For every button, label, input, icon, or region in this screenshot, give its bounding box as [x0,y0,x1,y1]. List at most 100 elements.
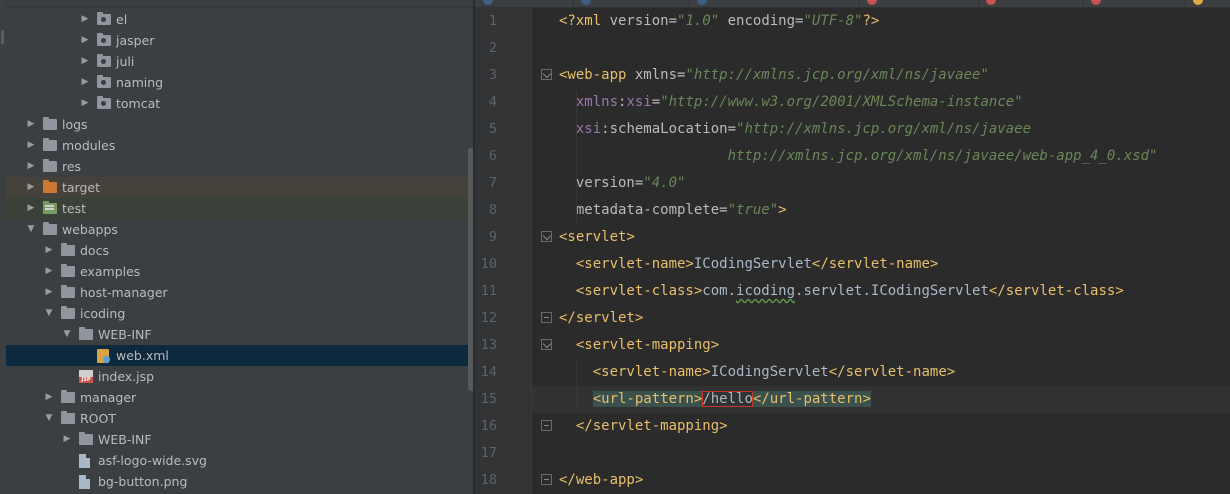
editor-tab[interactable] [689,0,860,7]
tree-item-manager[interactable]: ▶ manager [6,387,473,408]
code-token: "UTF-8" [803,13,863,29]
expanded-arrow-icon[interactable]: ▼ [44,303,54,324]
collapsed-arrow-icon[interactable]: ▶ [44,387,54,408]
tree-item-test[interactable]: ▶ test [6,197,473,219]
fold-expand-icon[interactable] [541,231,552,242]
code-line[interactable]: <servlet-class>com.icoding.servlet.ICodi… [532,278,1230,305]
tree-item-juli[interactable]: ▶ juli [6,51,473,72]
editor-tab[interactable] [573,0,690,7]
collapsed-arrow-icon[interactable]: ▶ [44,261,54,282]
code-line[interactable]: <web-app xmlns="http://xmlns.jcp.org/xml… [532,62,1230,89]
project-tree-scrollbar[interactable] [468,148,473,391]
tool-window-button[interactable] [1,30,4,44]
code-line[interactable]: <servlet-name>ICodingServlet</servlet-na… [532,251,1230,278]
tree-item-label: WEB-INF [98,326,152,342]
fold-expand-icon[interactable] [541,69,552,80]
tree-item-host-manager[interactable]: ▶ host-manager [6,282,473,303]
tab-file-icon [697,0,707,5]
tree-item-jasper[interactable]: ▶ jasper [6,30,473,51]
code-line[interactable]: <servlet-mapping> [532,332,1230,359]
package-folder-icon [97,74,111,88]
tree-item-web-inf[interactable]: ▼ WEB-INF [6,324,473,345]
collapsed-arrow-icon[interactable]: ▶ [44,240,54,261]
collapsed-arrow-icon[interactable]: ▶ [26,198,36,219]
editor-tab[interactable] [859,0,979,7]
code-line[interactable]: </servlet-mapping> [532,413,1230,440]
collapsed-arrow-icon[interactable]: ▶ [80,30,90,51]
collapsed-arrow-icon[interactable]: ▶ [26,177,36,198]
code-text: metadata-complete="true"> [559,197,787,224]
code-line[interactable]: version="4.0" [532,170,1230,197]
tree-item-modules[interactable]: ▶ modules [6,135,473,156]
editor-tab[interactable] [475,0,574,7]
caret-selection: /hello [702,391,753,407]
tree-item-asf-logo-wide-svg[interactable]: asf-logo-wide.svg [6,450,473,471]
tab-file-icon [986,0,996,5]
editor-tab[interactable] [978,0,1084,7]
code-editor[interactable]: <?xml version="1.0" encoding="UTF-8"?> <w… [532,8,1230,494]
tree-item-examples[interactable]: ▶ examples [6,261,473,282]
tree-item-logs[interactable]: ▶ logs [6,114,473,135]
line-number: 4 [488,94,497,110]
code-text: <servlet-mapping> [559,332,719,359]
collapsed-arrow-icon[interactable]: ▶ [80,9,90,30]
package-folder-icon [97,53,111,67]
tree-item-label: manager [80,389,137,405]
tree-item-label: examples [80,263,141,279]
code-line[interactable]: </servlet> [532,305,1230,332]
line-number: 6 [488,148,497,164]
collapsed-arrow-icon[interactable]: ▶ [80,51,90,72]
project-tree-header [6,0,473,8]
code-line[interactable]: http://xmlns.jcp.org/xml/ns/javaee/web-a… [532,143,1230,170]
fold-end-icon[interactable] [541,474,552,485]
tree-item-res[interactable]: ▶ res [6,156,473,177]
collapsed-arrow-icon[interactable]: ▶ [26,114,36,135]
expanded-arrow-icon[interactable]: ▼ [62,324,72,345]
editor-tab[interactable] [1083,0,1186,7]
folder-icon [79,326,93,340]
project-tree[interactable]: ▶ el ▶ jasper ▶ juli ▶ naming ▶ tomcat ▶ logs ▶ modul… [6,0,473,494]
line-number: 5 [488,121,497,137]
tree-item-docs[interactable]: ▶ docs [6,240,473,261]
editor-tab[interactable] [1185,0,1230,7]
expanded-arrow-icon[interactable]: ▼ [44,408,54,429]
collapsed-arrow-icon[interactable]: ▶ [26,135,36,156]
tree-item-web-xml[interactable]: web.xml [6,344,473,366]
collapsed-arrow-icon[interactable]: ▶ [26,156,36,177]
code-line[interactable]: metadata-complete="true"> [532,197,1230,224]
code-line[interactable]: <servlet-name>ICodingServlet</servlet-na… [532,359,1230,386]
tree-item-icoding[interactable]: ▼ icoding [6,303,473,324]
fold-end-icon[interactable] [541,312,552,323]
code-line[interactable]: </web-app> [532,467,1230,494]
code-token: </servlet-name> [828,364,956,380]
code-line[interactable]: <servlet> [532,224,1230,251]
code-text: </servlet> [559,305,643,332]
tree-item-el[interactable]: ▶ el [6,9,473,30]
tree-item-naming[interactable]: ▶ naming [6,72,473,93]
code-line[interactable] [532,35,1230,62]
code-token: <?xml [559,13,610,29]
code-line[interactable]: <?xml version="1.0" encoding="UTF-8"?> [532,8,1230,35]
code-line[interactable]: xmlns:xsi="http://www.w3.org/2001/XMLSch… [532,89,1230,116]
code-line[interactable] [532,440,1230,467]
code-line[interactable]: <url-pattern>/hello</url-pattern> [532,386,1230,413]
tree-item-bg-button-png[interactable]: bg-button.png [6,471,473,492]
expanded-arrow-icon[interactable]: ▼ [26,219,36,240]
editor-gutter[interactable]: 1 2 3 4 5 6 7 8 9 10 11 12 13 14 15 16 17 18 [475,8,532,494]
tree-item-webapps[interactable]: ▼ webapps [6,219,473,240]
collapsed-arrow-icon[interactable]: ▶ [80,72,90,93]
collapsed-arrow-icon[interactable]: ▶ [62,429,72,450]
editor-tab-bar[interactable] [475,0,1230,8]
collapsed-arrow-icon[interactable]: ▶ [80,93,90,114]
collapsed-arrow-icon[interactable]: ▶ [44,282,54,303]
tree-item-target[interactable]: ▶ target [6,176,473,198]
fold-expand-icon[interactable] [541,339,552,350]
fold-end-icon[interactable] [541,420,552,431]
tree-item-tomcat[interactable]: ▶ tomcat [6,93,473,114]
code-line[interactable]: xsi:schemaLocation="http://xmlns.jcp.org… [532,116,1230,143]
tree-item-root[interactable]: ▼ ROOT [6,408,473,429]
code-text: xmlns:xsi="http://www.w3.org/2001/XMLSch… [559,89,1023,116]
tree-item-web-inf[interactable]: ▶ WEB-INF [6,429,473,450]
tree-item-label: jasper [116,32,155,48]
tree-item-index-jsp[interactable]: JSP index.jsp [6,366,473,387]
